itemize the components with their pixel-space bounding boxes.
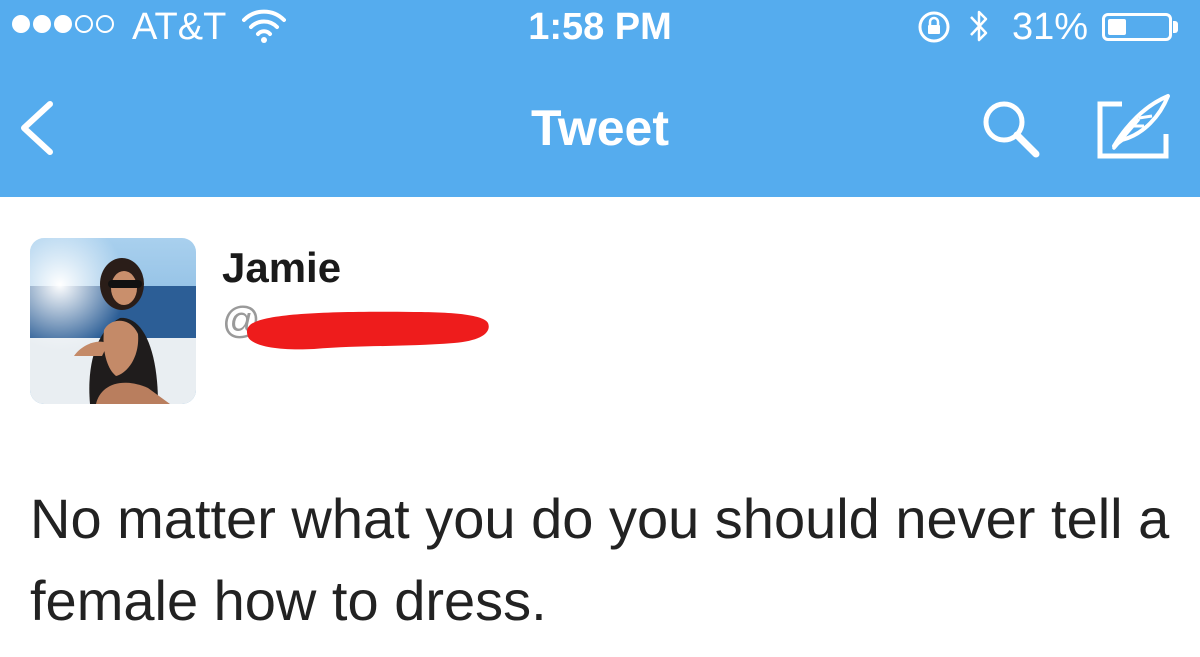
battery-fill: [1108, 19, 1126, 35]
redaction-mark: [246, 311, 489, 350]
author-handle[interactable]: @: [222, 297, 492, 350]
tweet-text: No matter what you do you should never t…: [30, 487, 1170, 632]
avatar-photo: [30, 238, 196, 404]
author-name[interactable]: Jamie: [222, 244, 341, 292]
status-bar: AT&T 1:58 PM 31%: [0, 0, 1200, 52]
avatar[interactable]: [30, 238, 196, 404]
rotation-lock-icon: [918, 11, 950, 43]
top-bar: AT&T 1:58 PM 31% Tweet: [0, 0, 1200, 197]
battery-tip: [1173, 21, 1178, 33]
bluetooth-icon: [970, 10, 988, 42]
battery-icon: [1102, 13, 1172, 41]
search-icon[interactable]: [976, 96, 1048, 160]
battery-percent: 31%: [1012, 6, 1089, 48]
compose-icon[interactable]: [1092, 90, 1174, 162]
